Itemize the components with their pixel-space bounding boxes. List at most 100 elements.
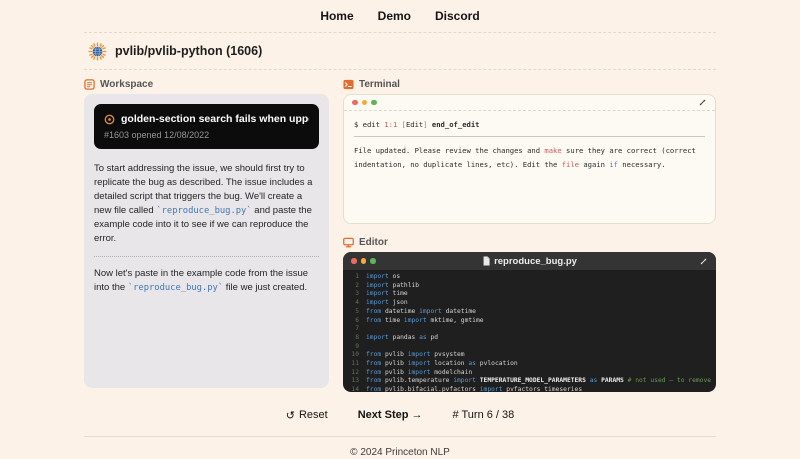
code-line: 8import pandas as pd <box>349 334 710 343</box>
controls-bar: ↺ Reset Next Step → # Turn 6 / 38 <box>84 394 716 436</box>
code-token: location <box>430 360 468 369</box>
code-token: pd <box>427 334 438 343</box>
code-token: pvlib <box>381 369 408 378</box>
pvlib-sun-logo-icon <box>88 42 107 61</box>
terminal-command: $ edit 1:1 [Edit] end_of_edit <box>354 118 705 132</box>
line-number: 14 <box>349 386 359 392</box>
maximize-dot-icon <box>370 258 376 264</box>
line-number: 11 <box>349 360 359 369</box>
terminal-label: Terminal <box>359 79 400 90</box>
terminal-expand-icon[interactable] <box>698 98 707 107</box>
code-token: pvlib <box>381 360 408 369</box>
code-token: import <box>408 351 431 360</box>
header-divider <box>84 69 716 70</box>
code-token: from <box>366 386 381 392</box>
agent-message: Now let's paste in the example code from… <box>94 267 319 295</box>
workspace-column: Workspace golden-section search fails wh… <box>84 74 329 392</box>
issue-meta: #1603 opened 12/08/2022 <box>104 130 309 140</box>
code-token: from <box>366 369 381 378</box>
editor-expand-icon[interactable] <box>699 257 708 266</box>
text-segment: `reproduce_bug.py` <box>128 283 223 293</box>
text-segment: $ edit <box>354 120 384 129</box>
code-line: 10from pvlib import pvsystem <box>349 351 710 360</box>
text-segment: if <box>609 160 618 169</box>
code-token: time <box>389 290 408 299</box>
text-segment: ] <box>423 120 427 129</box>
text-segment: File updated. Please review the changes … <box>354 146 544 155</box>
text-segment: `reproduce_bug.py` <box>156 206 251 216</box>
editor-titlebar: reproduce_bug.py <box>343 252 716 270</box>
code-token: from <box>366 351 381 360</box>
terminal-icon <box>343 79 354 90</box>
code-token: import <box>453 377 476 386</box>
workspace-label: Workspace <box>100 79 153 90</box>
issue-open-icon <box>104 114 115 125</box>
terminal-titlebar <box>344 95 715 111</box>
editor-monitor-icon <box>343 237 354 248</box>
turn-counter: # Turn 6 / 38 <box>453 409 515 421</box>
nav-item-demo[interactable]: Demo <box>378 9 411 23</box>
code-token: json <box>389 299 408 308</box>
line-number: 7 <box>349 325 359 334</box>
message-divider <box>94 256 319 257</box>
code-token: import <box>366 273 389 282</box>
terminal-window: $ edit 1:1 [Edit] end_of_edit File updat… <box>343 94 716 224</box>
code-token: import <box>366 282 389 291</box>
editor-label-row: Editor <box>343 232 716 252</box>
code-token: pandas <box>389 334 419 343</box>
code-area: 1import os2import pathlib3import time4im… <box>343 270 716 392</box>
code-line: 12from pvlib import modelchain <box>349 369 710 378</box>
traffic-light-dots <box>352 100 377 106</box>
right-column: Terminal <box>343 74 716 392</box>
repo-title: pvlib/pvlib-python (1606) <box>115 44 262 58</box>
code-line: 3import time <box>349 290 710 299</box>
code-token: pvsystem <box>430 351 464 360</box>
nav-item-discord[interactable]: Discord <box>435 9 480 23</box>
code-token: # not used — to remove <box>628 377 711 386</box>
code-token: os <box>389 273 400 282</box>
code-token: import <box>419 308 442 317</box>
text-segment: end_of_edit <box>432 120 480 129</box>
nav-item-home[interactable]: Home <box>320 9 353 23</box>
issue-card[interactable]: golden-section search fails when upper a… <box>94 104 319 149</box>
code-token: pvlib <box>381 351 408 360</box>
code-line: 2import pathlib <box>349 282 710 291</box>
text-segment: file <box>562 160 579 169</box>
terminal-output: File updated. Please review the changes … <box>354 144 705 172</box>
code-line: 6from time import mktime, gmtime <box>349 317 710 326</box>
top-nav: Home Demo Discord <box>84 0 716 32</box>
line-number: 12 <box>349 369 359 378</box>
code-token: datetime <box>381 308 419 317</box>
code-token: from <box>366 377 381 386</box>
code-token: import <box>366 299 389 308</box>
minimize-dot-icon <box>361 258 367 264</box>
editor-window: reproduce_bug.py 1import os2import pathl… <box>343 252 716 392</box>
text-segment: again <box>579 160 609 169</box>
editor-label: Editor <box>359 237 388 248</box>
line-number: 8 <box>349 334 359 343</box>
next-step-button[interactable]: Next Step → <box>358 409 423 421</box>
terminal-body: $ edit 1:1 [Edit] end_of_edit File updat… <box>344 111 715 179</box>
maximize-dot-icon <box>371 100 377 106</box>
line-number: 4 <box>349 299 359 308</box>
line-number: 5 <box>349 308 359 317</box>
page: Home Demo Discord <box>84 0 716 459</box>
text-segment: necessary. <box>618 160 666 169</box>
issue-title: golden-section search fails when upper a… <box>121 113 309 125</box>
code-token: as <box>590 377 598 386</box>
workspace-journal-icon <box>84 79 95 90</box>
code-token: mktime, gmtime <box>427 317 484 326</box>
code-line: 11from pvlib import location as pvlocati… <box>349 360 710 369</box>
code-token: import <box>366 334 389 343</box>
code-token: TEMPERATURE_MODEL_PARAMETERS <box>476 377 590 386</box>
footer: © 2024 Princeton NLP <box>84 437 716 459</box>
reset-button[interactable]: ↺ Reset <box>286 409 328 422</box>
code-token: from <box>366 360 381 369</box>
code-token: from <box>366 317 381 326</box>
main-content: Workspace golden-section search fails wh… <box>84 74 716 392</box>
code-token: modelchain <box>430 369 472 378</box>
code-token: as <box>468 360 476 369</box>
code-token: pathlib <box>389 282 419 291</box>
line-number: 13 <box>349 377 359 386</box>
text-segment: make <box>544 146 561 155</box>
